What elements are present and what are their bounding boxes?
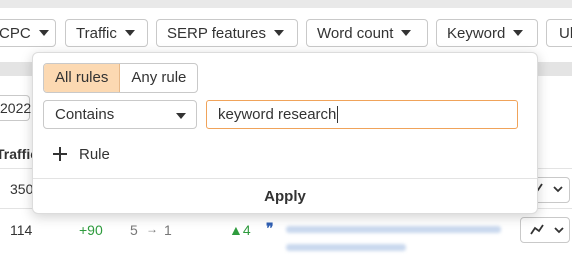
filter-cpc-button[interactable]: CPC: [0, 19, 56, 47]
filter-cpc-label: CPC: [0, 25, 31, 42]
rule-mode-toggle: All rules Any rule: [43, 63, 199, 93]
filter-more-button[interactable]: Ul: [546, 19, 572, 47]
add-rule-label: Rule: [79, 145, 110, 163]
chevron-down-icon: [401, 30, 412, 37]
filter-traffic-button[interactable]: Traffic: [65, 19, 148, 47]
filter-serp-features-button[interactable]: SERP features: [156, 19, 298, 47]
chevron-down-icon: [124, 30, 135, 37]
date-selector[interactable]: 2022: [0, 95, 32, 121]
chevron-down-icon: [273, 30, 284, 37]
trend-chart-icon: [530, 224, 564, 235]
filter-serp-features-label: SERP features: [167, 25, 266, 42]
row1-traffic: 350: [10, 181, 34, 197]
date-value: 2022: [0, 100, 32, 116]
condition-select[interactable]: Contains: [43, 100, 197, 129]
blurred-url-link[interactable]: [286, 226, 501, 233]
row2-position-change: ▲4: [229, 222, 251, 238]
filter-keyword-label: Keyword: [447, 25, 506, 42]
keyword-value-input[interactable]: keyword research: [206, 100, 518, 129]
all-rules-tab[interactable]: All rules: [44, 64, 121, 92]
blurred-url-link[interactable]: [286, 244, 406, 251]
filter-word-count-label: Word count: [317, 25, 394, 42]
apply-button[interactable]: Apply: [33, 179, 537, 213]
row2-traffic: 114: [10, 222, 33, 238]
keyword-value-text: keyword research: [218, 106, 337, 123]
plus-icon: [53, 147, 67, 161]
chevron-down-icon: [176, 113, 186, 119]
arrow-right-icon: →: [146, 222, 158, 236]
row2-position-from: 5: [130, 222, 138, 238]
filter-more-label: Ul: [559, 25, 572, 42]
condition-value: Contains: [55, 106, 115, 123]
top-strip: [0, 0, 572, 8]
filter-keyword-button[interactable]: Keyword: [436, 19, 538, 47]
any-rule-tab[interactable]: Any rule: [120, 64, 197, 92]
keyword-filter-popup: All rules Any rule Contains keyword rese…: [32, 52, 538, 214]
add-rule-button[interactable]: Rule: [53, 143, 110, 165]
text-cursor: [337, 105, 339, 123]
row2-traffic-change: +90: [79, 222, 103, 238]
filter-traffic-label: Traffic: [76, 25, 117, 42]
row2-position-to: 1: [164, 222, 172, 238]
row2-trend-button[interactable]: [520, 217, 570, 243]
chevron-down-icon: [38, 30, 49, 37]
chevron-down-icon: [513, 30, 524, 37]
quote-icon: ❞: [266, 220, 274, 236]
filter-word-count-button[interactable]: Word count: [306, 19, 428, 47]
